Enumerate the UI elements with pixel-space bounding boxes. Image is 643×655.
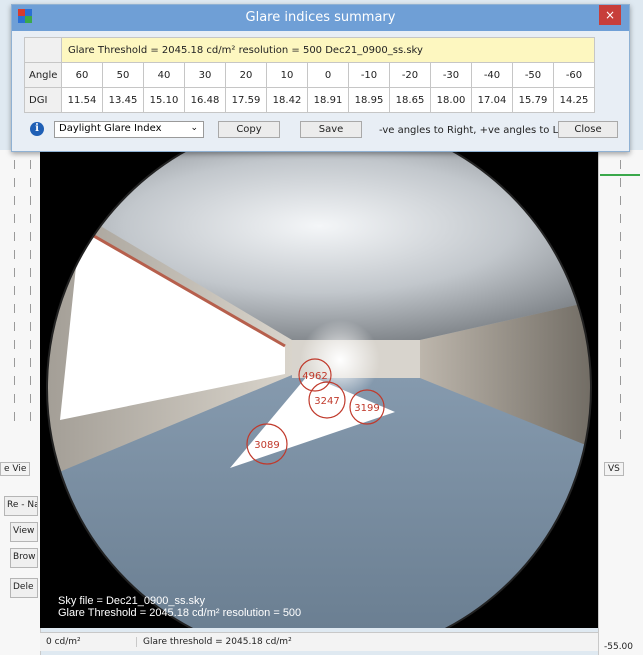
tab-vs[interactable]: VS [604,462,624,476]
grid-dots [30,160,31,430]
rename-button[interactable]: Re - Na [4,496,38,516]
fisheye-view: 4962 3247 3199 3089 Sky file = Dec21_090… [40,150,598,628]
svg-text:3089: 3089 [254,440,279,451]
sky-file-label: Sky file = Dec21_0900_ss.sky [58,595,206,607]
svg-text:3247: 3247 [314,396,339,407]
dgi-cell: 17.04 [471,87,513,113]
dialog-title: Glare indices summary [245,10,396,25]
svg-text:4962: 4962 [302,371,327,382]
glare-dialog: Glare indices summary × Glare Threshold … [11,4,630,152]
dgi-cell: 13.45 [102,87,144,113]
delete-button[interactable]: Dele [10,578,38,598]
select-value: Daylight Glare Index [59,123,162,134]
dialog-titlebar[interactable]: Glare indices summary × [12,5,629,31]
dgi-cell: 15.79 [512,87,554,113]
close-icon[interactable]: × [599,5,621,25]
status-luminance: 0 cd/m² [46,637,81,647]
angle-note: -ve angles to Right, +ve angles to Left [379,125,572,136]
save-button[interactable]: Save [300,121,362,138]
glare-index-select[interactable]: Daylight Glare Index ⌄ [54,121,204,138]
angle-cell: 20 [225,62,267,88]
dgi-cell: 14.25 [553,87,595,113]
dgi-cell: 15.10 [143,87,185,113]
angle-cell: -50 [512,62,554,88]
dgi-cell: 16.48 [184,87,226,113]
green-line [600,174,640,176]
angle-cell: -30 [430,62,472,88]
view-button[interactable]: View [10,522,38,542]
angle-cell: -10 [348,62,390,88]
angle-cell: -60 [553,62,595,88]
close-button[interactable]: Close [558,121,618,138]
grid-dots [14,160,15,430]
tab-view-left[interactable]: e Vie [0,462,31,476]
copy-button[interactable]: Copy [218,121,280,138]
grid-dots [620,160,621,440]
angle-cell: -40 [471,62,513,88]
status-bar: 0 cd/m² Glare threshold = 2045.18 cd/m² [40,632,598,651]
angle-cell: 50 [102,62,144,88]
dgi-cell: 17.59 [225,87,267,113]
fisheye-image: 4962 3247 3199 3089 Sky file = Dec21_090… [46,150,592,628]
angle-cell: 10 [266,62,308,88]
browse-button[interactable]: Brow [10,548,38,568]
status-threshold: Glare threshold = 2045.18 cd/m² [136,637,292,647]
angle-cell: 40 [143,62,185,88]
dgi-cell: 18.95 [348,87,390,113]
threshold-label: Glare Threshold = 2045.18 cd/m² resoluti… [58,607,301,619]
dgi-cell: 18.42 [266,87,308,113]
svg-text:3199: 3199 [354,403,379,414]
angle-cell: 60 [61,62,103,88]
dgi-cell: 18.91 [307,87,349,113]
dgi-cell: 11.54 [61,87,103,113]
angle-cell: 0 [307,62,349,88]
angle-label: Angle [24,62,62,88]
threshold-info: Glare Threshold = 2045.18 cd/m² resoluti… [61,37,595,63]
angle-cell: 30 [184,62,226,88]
dgi-cell: 18.65 [389,87,431,113]
dgi-row: DGI 11.54 13.45 15.10 16.48 17.59 18.42 … [24,87,595,113]
right-value: -55.00 [604,642,634,652]
angle-cell: -20 [389,62,431,88]
glare-table: Glare Threshold = 2045.18 cd/m² resoluti… [24,37,595,113]
chevron-down-icon: ⌄ [190,123,198,133]
dgi-label: DGI [24,87,62,113]
info-icon[interactable]: i [30,122,44,136]
dialog-controls: i Daylight Glare Index ⌄ Copy Save -ve a… [24,119,620,141]
corner-cell [24,37,62,63]
angle-row: Angle 60 50 40 30 20 10 0 -10 -20 -30 -4… [24,62,595,88]
dgi-cell: 18.00 [430,87,472,113]
